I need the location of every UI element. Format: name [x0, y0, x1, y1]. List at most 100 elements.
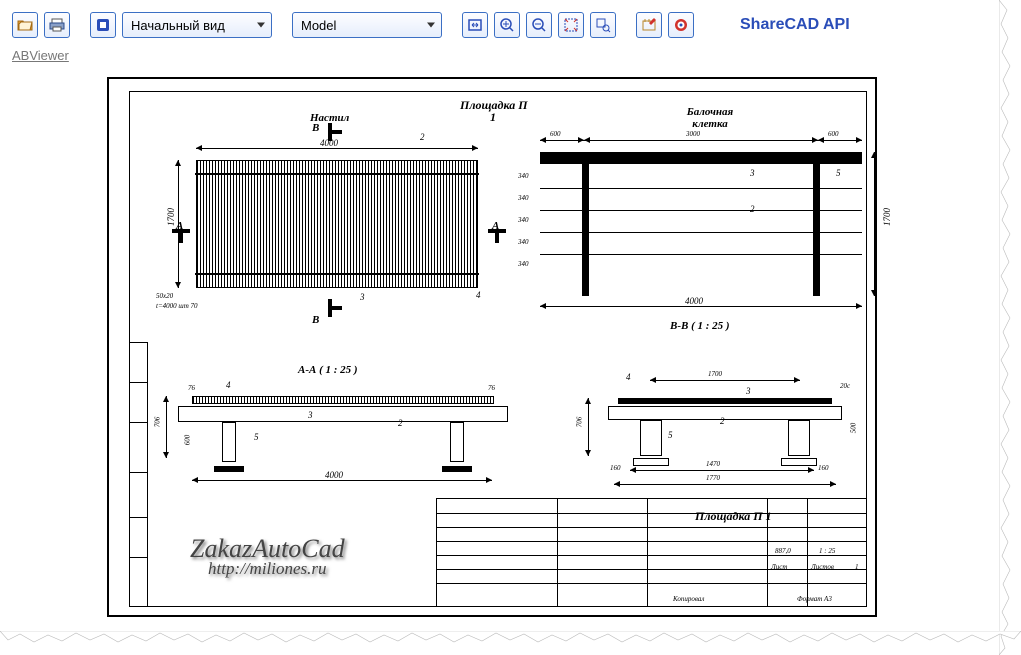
view-select[interactable]: Начальный вид — [122, 12, 272, 38]
dim-grid-1700 — [874, 152, 875, 296]
dim-50x20: 50x20 — [156, 292, 173, 300]
ref-2b: 2 — [750, 204, 755, 214]
dim-706t: 706 — [153, 417, 161, 428]
layout-select[interactable]: Model — [292, 12, 442, 38]
open-button[interactable] — [12, 12, 38, 38]
dim-340c: 340 — [518, 216, 529, 224]
drawing-canvas[interactable]: Площадка П 1 Настил Балочная клетка В В … — [12, 69, 992, 629]
dim-deck-width — [196, 148, 478, 149]
zoom-in-button[interactable] — [494, 12, 520, 38]
dim-600-l — [540, 140, 584, 141]
ref-3c: 3 — [308, 410, 313, 420]
ref-3b: 3 — [750, 168, 755, 178]
dim-500: 500 — [849, 423, 857, 434]
tb-scale: 1 : 25 — [819, 547, 835, 555]
dim-4000b: 4000 — [685, 296, 703, 306]
dim-706 — [166, 396, 167, 458]
ref-4a: 4 — [476, 290, 481, 300]
dim-600: 600 — [550, 130, 561, 138]
view-select-value: Начальный вид — [131, 18, 225, 33]
dim-aa-4000 — [192, 480, 492, 481]
dim-340e: 340 — [518, 260, 529, 268]
ref-5c: 5 — [668, 430, 673, 440]
watermark-line2: http://miliones.ru — [190, 560, 345, 578]
section-mark-a-right — [495, 229, 499, 243]
bb-title: В-В ( 1 : 25 ) — [670, 320, 730, 332]
mark-b2: В — [312, 314, 319, 326]
dim-1700: 1700 — [166, 208, 176, 226]
tb-sheets: Листов — [811, 563, 834, 571]
section-mark-a-left — [179, 229, 183, 243]
dim-600r: 600 — [828, 130, 839, 138]
dim-3000 — [584, 140, 818, 141]
torn-edge-right — [999, 0, 1021, 655]
section-mark-b-top — [328, 130, 342, 134]
revision-strip — [130, 342, 148, 606]
watermark-line1: ZakazAutoCad — [190, 534, 345, 563]
layout-select-value: Model — [301, 18, 336, 33]
dim-706bt: 706 — [575, 417, 583, 428]
dim-340b: 340 — [518, 194, 529, 202]
tb-format: Формат А3 — [797, 595, 832, 603]
ref-2c: 2 — [398, 418, 403, 428]
ref-4c: 4 — [626, 372, 631, 382]
dim-1470 — [630, 470, 814, 471]
ref-3a: 3 — [360, 292, 365, 302]
grid-label: Балочная клетка — [670, 106, 750, 130]
help-button[interactable] — [668, 12, 694, 38]
section-mark-b-bottom — [328, 306, 342, 310]
ref-2a: 2 — [420, 132, 425, 142]
tb-mass: 887,0 — [775, 547, 791, 555]
settings-button[interactable] — [636, 12, 662, 38]
dim-706b — [588, 398, 589, 456]
dim-1770t: 1770 — [706, 474, 720, 482]
ref-2d: 2 — [720, 416, 725, 426]
dim-340a: 340 — [518, 172, 529, 180]
drawing-frame: Площадка П 1 Настил Балочная клетка В В … — [129, 91, 867, 607]
dim-1700t: 1700 — [708, 370, 722, 378]
abviewer-link[interactable]: ABViewer — [12, 48, 69, 63]
dim-160a: 160 — [610, 464, 621, 472]
mark-b: В — [312, 122, 319, 134]
dim-1470t: 1470 — [706, 460, 720, 468]
zoom-out-button[interactable] — [526, 12, 552, 38]
chevron-down-icon — [427, 23, 435, 28]
section-aa — [178, 392, 508, 472]
dim-20s: 20с — [840, 382, 850, 390]
section-bb — [600, 392, 850, 472]
dim-1700c — [650, 380, 800, 381]
dim-4000c: 4000 — [325, 470, 343, 480]
dim-4000: 4000 — [320, 138, 338, 148]
dim-1700b: 1700 — [882, 208, 892, 226]
tb-sheet: Лист — [771, 563, 787, 571]
main-title-2: 1 — [490, 110, 496, 125]
dim-160b: 160 — [818, 464, 829, 472]
zoom-window-button[interactable] — [590, 12, 616, 38]
dim-76b: 76 — [488, 384, 495, 392]
ref-5a: 5 — [836, 168, 841, 178]
zoom-extents-button[interactable] — [558, 12, 584, 38]
app-frame: Начальный вид Model ShareCA — [0, 0, 1000, 630]
toolbar: Начальный вид Model ShareCA — [12, 8, 988, 42]
deck-plan — [196, 160, 478, 288]
ref-5b: 5 — [254, 432, 259, 442]
torn-edge-bottom — [0, 631, 1021, 655]
dim-deck-height — [178, 160, 179, 288]
watermark: ZakazAutoCad http://miliones.ru — [190, 535, 345, 578]
fit-width-button[interactable] — [462, 12, 488, 38]
ref-3d: 3 — [746, 386, 751, 396]
dim-600-r — [818, 140, 862, 141]
tb-title: Площадка П 1 — [695, 509, 772, 524]
grid-plan — [540, 152, 862, 296]
chevron-down-icon — [257, 23, 265, 28]
dim-340d: 340 — [518, 238, 529, 246]
sharecad-api-link[interactable]: ShareCAD API — [740, 16, 850, 34]
dim-76a: 76 — [188, 384, 195, 392]
title-block: Площадка П 1 887,0 1 : 25 Лист Листов 1 … — [436, 498, 866, 606]
print-button[interactable] — [44, 12, 70, 38]
fullscreen-button[interactable] — [90, 12, 116, 38]
tb-sheets-val: 1 — [855, 563, 859, 571]
drawing-sheet: Площадка П 1 Настил Балочная клетка В В … — [107, 77, 877, 617]
dim-3000-t: 3000 — [686, 130, 700, 138]
tb-copier: Копировал — [673, 595, 704, 603]
